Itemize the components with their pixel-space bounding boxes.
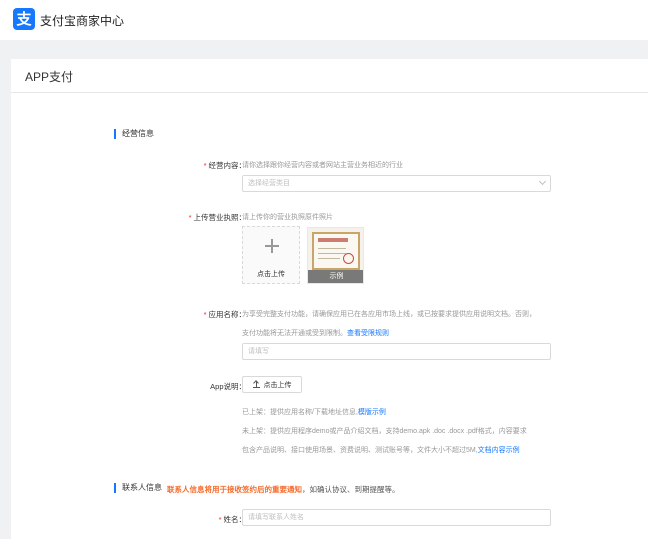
section-title-business: 经营信息: [114, 129, 154, 139]
chevron-down-icon: [538, 177, 547, 186]
app-desc-upload-label: 点击上传: [263, 381, 292, 389]
content-label: * 经营内容：: [203, 161, 246, 170]
app-name-hint: 为享受完整支付功能，请确保应用已在各应用市场上线，或已按要求提供应用说明文档。否…: [242, 311, 536, 318]
main-card: APP支付 经营信息 * 经营内容： 请你选择跟你经营内容或者网站主营业务相近的行…: [11, 59, 648, 539]
certificate-illustration: [312, 232, 360, 270]
content-select-placeholder: 选择经营类目: [248, 180, 290, 187]
required-mark: *: [188, 213, 192, 222]
required-mark: *: [218, 515, 222, 524]
seal-icon: [343, 253, 354, 264]
name-input[interactable]: 请填写联系人姓名: [242, 509, 551, 526]
plus-icon: [265, 239, 279, 253]
required-mark: *: [203, 161, 207, 170]
app-name-label: * 应用名称：: [203, 310, 246, 319]
app-desc-offline-1: 未上架：提供应用程序demo或产品介绍文档，支持demo.apk .doc .d…: [242, 428, 527, 435]
title-divider: [11, 92, 648, 93]
brand-title[interactable]: 支付宝商家中心: [40, 12, 124, 29]
app-desc-label: App说明：: [210, 382, 246, 391]
restriction-rules-link[interactable]: 查看受限规则: [347, 330, 389, 337]
doc-example-link[interactable]: 文档内容示例: [478, 447, 520, 454]
app-desc-online: 已上架：提供应用名称/下载地址信息,模版示例: [242, 409, 386, 416]
sample-label: 示例: [308, 270, 363, 283]
page-title: APP支付: [25, 70, 74, 84]
section-title-contact: 联系人信息: [114, 483, 162, 493]
license-upload-text: 点击上传: [257, 271, 285, 278]
license-upload-box[interactable]: 点击上传: [242, 226, 300, 284]
logo-glyph: 支: [16, 9, 32, 28]
top-bar: 支 支付宝商家中心: [0, 0, 648, 40]
app-name-input[interactable]: 请填写: [242, 343, 551, 360]
required-mark: *: [203, 310, 207, 319]
content-hint: 请你选择跟你经营内容或者网站主营业务相近的行业: [242, 162, 403, 169]
alipay-logo-icon[interactable]: 支: [13, 8, 35, 30]
license-label: * 上传营业执照：: [188, 213, 246, 222]
license-sample-image[interactable]: 示例: [307, 227, 364, 284]
app-name-hint-2: 支付功能将无法开通或受到限制。查看受限规则: [242, 330, 389, 337]
app-desc-offline-2: 包含产品说明、接口使用场景、资费说明、测试账号等，文件大小不超过5M,文档内容示…: [242, 447, 520, 454]
upload-icon: [252, 381, 260, 388]
template-example-link[interactable]: 模版示例: [358, 409, 386, 416]
content-select[interactable]: 选择经营类目: [242, 175, 551, 192]
contact-note: 联系人信息将用于接收签约后的重要通知，如确认协议、到期提醒等。: [167, 485, 400, 494]
license-hint: 请上传你的营业执照原件照片: [242, 214, 333, 221]
app-desc-upload-button[interactable]: 点击上传: [242, 376, 302, 393]
